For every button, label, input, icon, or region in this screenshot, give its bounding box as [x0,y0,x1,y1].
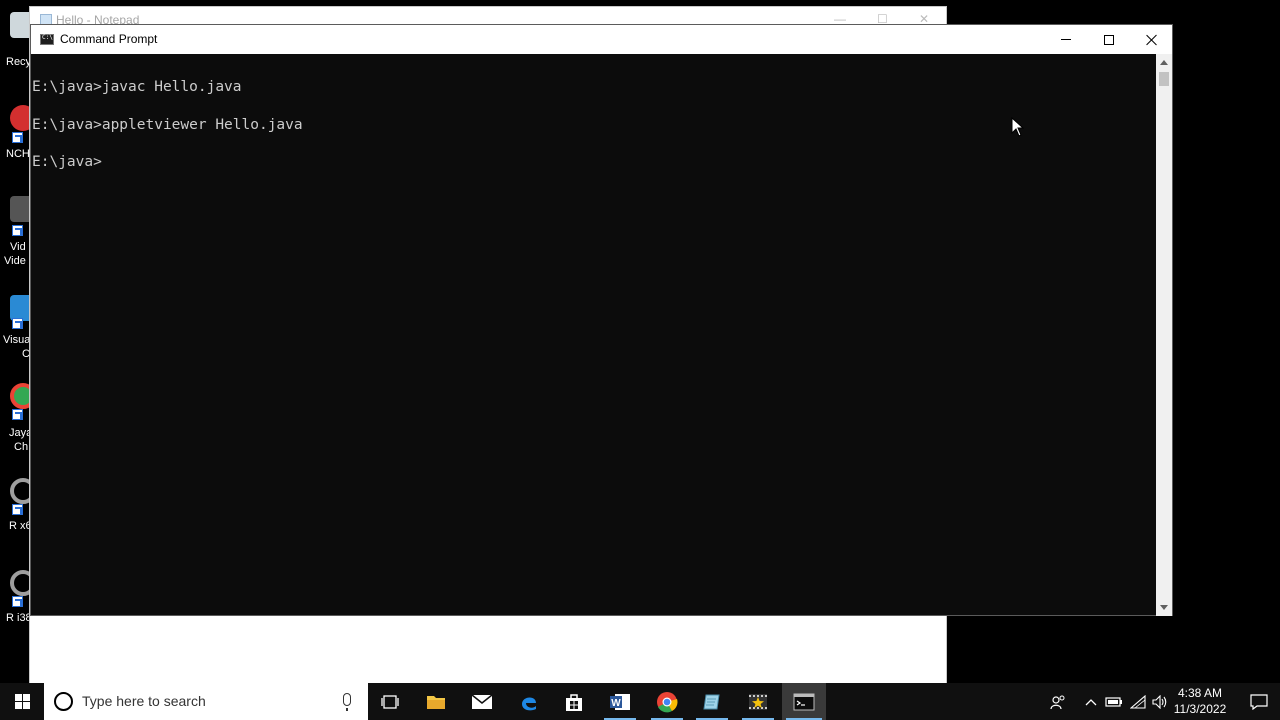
shortcut-arrow-icon [12,409,23,420]
chevron-up-icon [1085,698,1097,705]
taskbar-chrome[interactable] [645,683,689,720]
task-view-icon [381,694,399,709]
svg-text:W: W [611,698,621,709]
minimize-button[interactable] [1044,25,1088,54]
desktop-icon-label: Visua [3,334,31,346]
command-prompt-window[interactable]: Command Prompt E:\java>javac Hello.javaE… [30,24,1173,616]
desktop-icon-label: NCH [6,148,30,160]
clock-date: 11/3/2022 [1173,702,1227,716]
volume-icon [1152,694,1167,709]
chrome-icon [657,691,678,712]
tray-network[interactable] [1128,683,1148,720]
vertical-scrollbar[interactable] [1156,54,1172,616]
task-view-button[interactable] [368,683,412,720]
movie-star-icon [749,693,767,710]
desktop-icon-label-line2: Vide [4,255,26,267]
minimize-icon [1061,39,1071,40]
cmd-icon [793,693,815,710]
shortcut-arrow-icon [12,225,23,236]
scrollbar-thumb[interactable] [1159,72,1169,86]
console-prompt-line[interactable]: E:\java> [32,144,303,182]
notepad-icon [703,694,720,709]
shortcut-arrow-icon [12,596,23,607]
tray-battery[interactable] [1104,683,1124,720]
battery-icon [1105,696,1122,707]
taskbar-notepad[interactable] [690,683,734,720]
taskbar: Type here to search W 4:38 AM 11/3/2022 [0,683,1280,720]
taskbar-store[interactable] [552,683,596,720]
search-placeholder: Type here to search [82,693,206,709]
mail-icon [471,693,493,709]
word-icon: W [610,693,630,710]
taskbar-word[interactable]: W [598,683,642,720]
scroll-up-arrow-icon[interactable] [1160,60,1168,65]
taskbar-file-explorer[interactable] [414,683,458,720]
wifi-icon [1130,694,1146,709]
shortcut-arrow-icon [12,504,23,515]
taskbar-command-prompt[interactable] [782,683,826,720]
start-button[interactable] [0,683,44,720]
console-line: E:\java>appletviewer Hello.java [32,116,303,133]
scroll-down-arrow-icon[interactable] [1160,605,1168,610]
maximize-icon [1104,34,1114,45]
shortcut-arrow-icon [12,318,23,329]
tray-volume[interactable] [1150,683,1170,720]
console-line: E:\java>javac Hello.java [32,79,242,95]
cmd-title: Command Prompt [60,32,158,46]
folder-icon [427,695,445,709]
taskbar-mail[interactable] [460,683,504,720]
cortana-icon [54,692,73,711]
close-button[interactable] [1130,25,1174,54]
desktop-icon-label: Vid [10,241,26,253]
action-center-button[interactable] [1238,683,1280,720]
console-output[interactable]: E:\java>javac Hello.java E:\java>appletvi… [32,69,303,182]
maximize-button[interactable] [1087,25,1131,54]
desktop-icon-label: Recy [6,56,32,68]
taskbar-search-box[interactable]: Type here to search [44,683,368,720]
cmd-icon [40,34,54,45]
tray-people-button[interactable] [1046,683,1070,720]
taskbar-edge[interactable] [507,683,551,720]
taskbar-video-editor[interactable] [736,683,780,720]
cmd-titlebar[interactable]: Command Prompt [31,25,1172,54]
people-icon [1050,695,1065,709]
taskbar-clock[interactable]: 4:38 AM 11/3/2022 [1170,685,1230,717]
mouse-pointer-icon [1011,117,1025,137]
shortcut-arrow-icon [12,132,23,143]
windows-logo-icon [14,694,30,709]
close-icon [1146,34,1158,46]
microphone-icon[interactable] [343,693,351,711]
notification-icon [1250,693,1268,710]
desktop-icon-label-line2: Ch [14,441,29,453]
store-icon [566,693,582,711]
clock-time: 4:38 AM [1177,686,1223,700]
desktop-icon-label: R i38 [6,612,32,624]
edge-icon [522,696,536,710]
tray-overflow-button[interactable] [1082,683,1100,720]
